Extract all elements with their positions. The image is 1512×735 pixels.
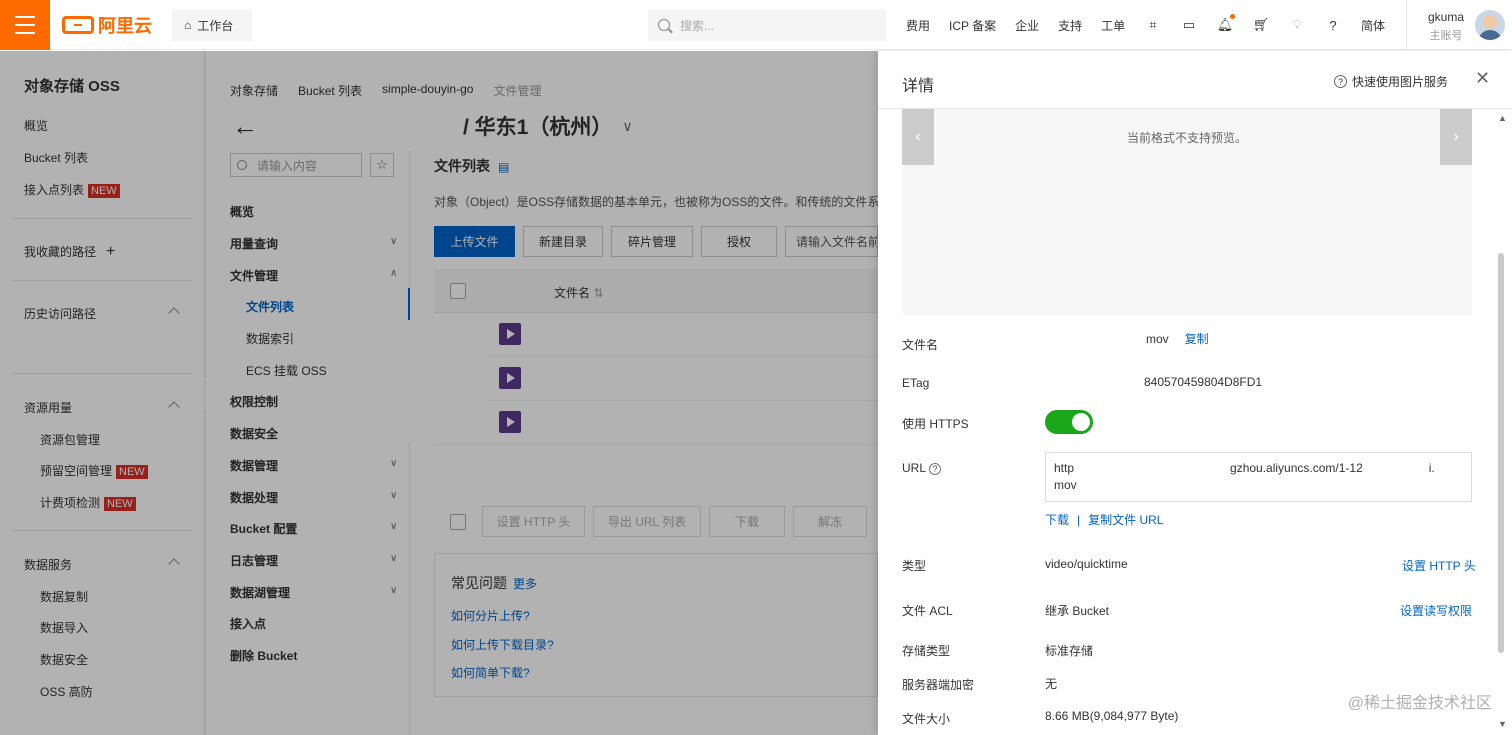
url-line-2: mov [1054,478,1077,492]
aliyun-logo[interactable]: 阿里云 [62,14,152,36]
url-line-1: http gzhou.aliyuncs.com/1-12 i. [1054,460,1463,477]
user-role: 主账号 [1429,30,1463,42]
nav-ticket[interactable]: 工单 [1101,17,1125,34]
etag-value: 840570459804D8FD1 [1144,375,1263,389]
url-redacted [1363,462,1429,472]
set-http-header-link[interactable]: 设置 HTTP 头 [1402,557,1476,574]
storage-class-value: 标准存储 [1045,644,1094,658]
separator: | [1077,513,1081,527]
nav-billing[interactable]: 费用 [906,17,930,34]
nav-enterprise[interactable]: 企业 [1015,17,1039,34]
quick-image-service-link[interactable]: ? 快速使用图片服务 [1334,73,1448,90]
help-icon: ? [1334,75,1347,88]
url-part: i. [1428,461,1435,475]
file-size-value: 8.66 MB(9,084,977 Byte) [1045,709,1179,723]
set-acl-link[interactable]: 设置读写权限 [1400,602,1472,619]
acl-label: 文件 ACL [902,604,953,618]
bell-icon[interactable]: 🔔︎ [1217,14,1235,33]
avatar[interactable] [1475,10,1505,40]
logo-text: 阿里云 [98,16,152,36]
quick-link-text: 快速使用图片服务 [1352,75,1449,89]
top-nav: 费用 ICP 备案 企业 支持 工单 [906,0,1144,50]
type-label: 类型 [902,559,927,573]
prev-arrow-button[interactable]: ‹ [902,109,934,165]
url-label: URL? [902,461,942,475]
cart-icon[interactable]: 🛒︎ [1253,17,1270,33]
copy-filename-link[interactable]: 复制 [1185,332,1209,346]
url-part: gzhou.aliyuncs.com/1-12 [1230,461,1363,475]
encryption-label: 服务器端加密 [902,678,975,692]
https-toggle[interactable] [1045,410,1093,434]
type-value: video/quicktime [1045,557,1128,571]
top-bar: 阿里云 ⌂ 工作台 搜索... 费用 ICP 备案 企业 支持 工单 ⌗ ▭ 🔔… [0,0,1512,50]
workbench-button[interactable]: ⌂ 工作台 [172,9,252,41]
filename-label: 文件名 [902,338,939,352]
etag-label: ETag [902,376,930,390]
divider [1406,0,1407,50]
scroll-up-arrow-icon[interactable]: ▲ [1498,113,1507,123]
user-name: gkuma [1428,10,1465,24]
terminal-icon[interactable]: ▭ [1181,17,1197,33]
code-icon[interactable]: ⌗ [1145,17,1161,33]
nav-support[interactable]: 支持 [1058,17,1082,34]
next-arrow-button[interactable]: › [1440,109,1472,165]
scroll-down-arrow-icon[interactable]: ▼ [1498,719,1507,729]
acl-value: 继承 Bucket [1045,604,1110,618]
notification-dot [1230,14,1235,19]
filename-value: mov 复制 [1146,330,1209,347]
download-link[interactable]: 下载 [1045,513,1069,527]
modal-overlay[interactable] [0,51,878,735]
top-icons: ⌗ ▭ 🔔︎ 🛒︎ 💡︎ ? [1145,0,1361,50]
file-preview: ‹ › 当前格式不支持预览。 [902,109,1472,315]
storage-class-label: 存储类型 [902,644,951,658]
file-size-label: 文件大小 [902,712,951,726]
lightbulb-icon[interactable]: 💡︎ [1289,17,1305,33]
filename-text: mov [1146,332,1169,346]
detail-drawer: 详情 ? 快速使用图片服务 ✕ ‹ › 当前格式不支持预览。 文件名 mov 复制… [878,51,1512,735]
url-actions: 下载 | 复制文件 URL [1045,511,1163,528]
user-info[interactable]: gkuma 主账号 [1428,10,1464,43]
global-search-input[interactable]: 搜索... [648,9,886,41]
copy-url-link[interactable]: 复制文件 URL [1088,513,1163,527]
search-placeholder: 搜索... [680,18,715,33]
help-icon[interactable]: ? [1325,17,1341,33]
https-label: 使用 HTTPS [902,417,969,431]
scrollbar[interactable]: ▲ ▼ [1498,111,1507,731]
encryption-value: 无 [1045,677,1058,691]
aliyun-logo-icon [62,16,94,34]
workbench-label: 工作台 [197,18,234,33]
url-field[interactable]: http gzhou.aliyuncs.com/1-12 i. mov [1045,452,1472,502]
watermark: @稀土掘金技术社区 [1347,695,1492,712]
url-label-text: URL [902,461,927,475]
drawer-header: 详情 ? 快速使用图片服务 ✕ [878,51,1512,109]
language-switch[interactable]: 简体 [1361,17,1385,34]
url-part: http [1054,461,1075,475]
preview-message: 当前格式不支持预览。 [1127,131,1248,145]
drawer-title: 详情 [902,78,935,95]
url-redacted [1074,462,1230,472]
home-icon: ⌂ [184,18,192,32]
scroll-thumb[interactable] [1498,253,1504,653]
nav-icp[interactable]: ICP 备案 [949,17,996,34]
close-icon[interactable]: ✕ [1475,68,1490,89]
search-icon [658,19,670,31]
help-icon[interactable]: ? [929,463,942,475]
hamburger-menu-button[interactable] [0,0,50,50]
